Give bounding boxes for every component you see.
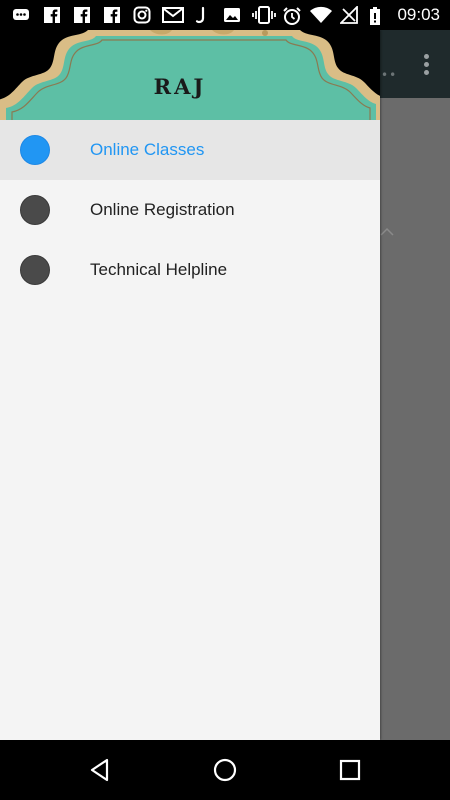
header-logo-text: RAJ — [153, 74, 207, 99]
circle-icon — [20, 255, 50, 285]
drawer-item-label: Online Registration — [90, 200, 235, 219]
recents-icon[interactable] — [336, 756, 364, 784]
circle-icon — [20, 135, 50, 165]
gmail-icon — [162, 6, 184, 24]
status-bar: 09:03 — [0, 0, 450, 30]
toolbar-ellipsis-icon: •• — [381, 68, 398, 82]
message-icon — [12, 6, 30, 24]
drawer-header: RAJ — [0, 30, 380, 120]
circle-icon — [20, 195, 50, 225]
navigation-drawer: RAJ Online Classes Online Registration T… — [0, 30, 380, 740]
alarm-icon — [282, 6, 302, 25]
system-nav-bar — [0, 740, 450, 800]
drawer-item-online-classes[interactable]: Online Classes — [0, 120, 380, 180]
drawer-menu-list: Online Classes Online Registration Techn… — [0, 120, 380, 300]
drawer-item-technical-helpline[interactable]: Technical Helpline — [0, 240, 380, 300]
facebook-icon — [73, 6, 91, 24]
chevron-up-icon — [380, 222, 394, 236]
home-icon[interactable] — [211, 756, 239, 784]
image-icon — [223, 6, 241, 24]
drawer-item-label: Technical Helpline — [90, 260, 228, 279]
facebook-icon — [103, 6, 121, 24]
facebook-icon — [43, 6, 61, 24]
overflow-menu-icon[interactable] — [418, 52, 434, 80]
battery-icon — [369, 6, 381, 25]
wifi-icon — [309, 6, 333, 24]
no-signal-icon — [340, 6, 358, 24]
phone-screen: 09:03 •• RAJ Online Classes Online Regis… — [0, 0, 450, 800]
drawer-item-label: Online Classes — [90, 140, 205, 159]
back-icon[interactable] — [86, 756, 114, 784]
vibrate-icon — [252, 6, 276, 24]
instagram-icon — [133, 6, 151, 24]
status-time: 09:03 — [397, 5, 440, 24]
j-app-icon — [195, 6, 207, 24]
drawer-item-online-registration[interactable]: Online Registration — [0, 180, 380, 240]
